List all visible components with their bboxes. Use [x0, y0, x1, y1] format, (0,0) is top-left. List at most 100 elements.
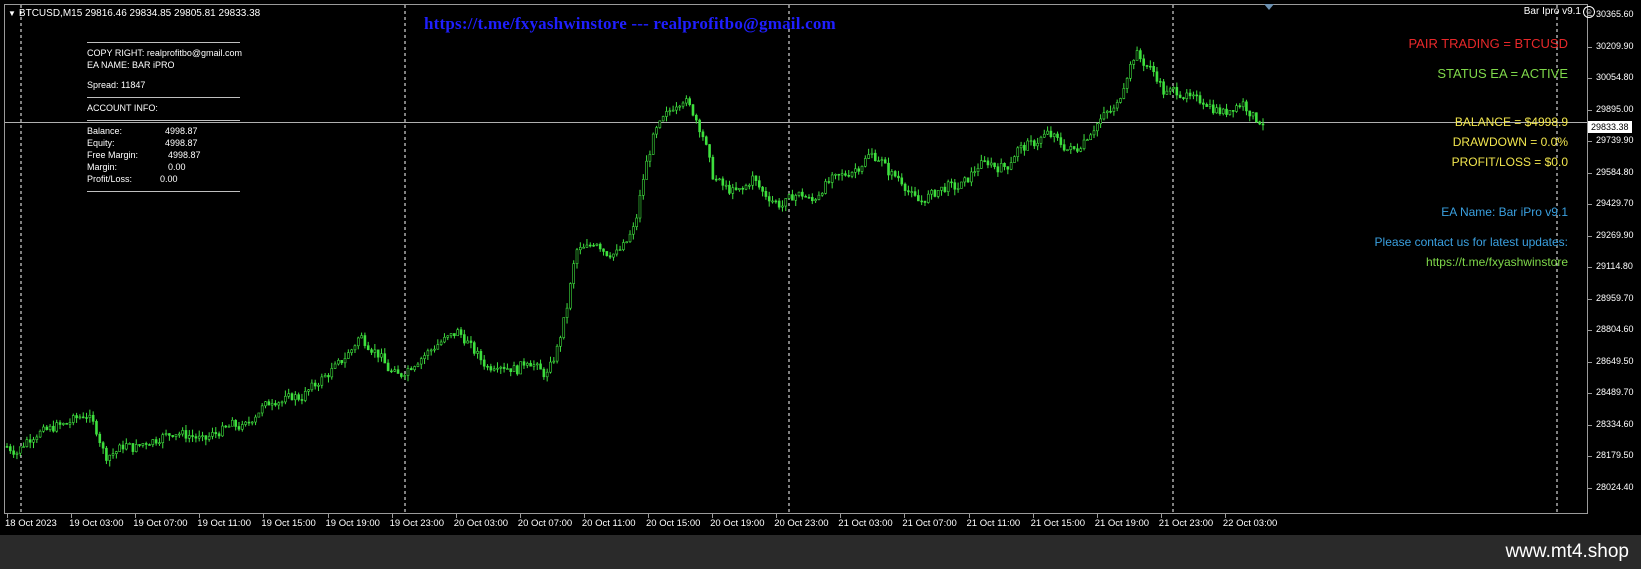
candle — [1006, 166, 1010, 175]
candle — [433, 345, 436, 353]
candle — [625, 241, 629, 244]
price-tick — [1588, 298, 1592, 300]
candle — [1033, 139, 1036, 149]
candle — [645, 155, 648, 180]
candle — [28, 433, 32, 449]
time-tick-label: 22 Oct 03:00 — [1222, 518, 1278, 529]
candle — [598, 242, 602, 252]
candle — [115, 450, 118, 459]
candle — [224, 425, 228, 429]
candle — [320, 373, 324, 389]
candle — [168, 433, 171, 441]
candle — [25, 436, 29, 448]
candle — [827, 177, 831, 185]
candle — [917, 189, 920, 202]
account-label: Free Margin: — [87, 150, 139, 160]
price-tick-label: 28489.70 — [1596, 387, 1634, 398]
candle — [396, 365, 400, 374]
candle — [310, 379, 314, 392]
candle — [476, 347, 479, 359]
candle — [18, 446, 22, 457]
candle — [489, 363, 493, 373]
candle — [1245, 99, 1248, 116]
time-tick-label: 21 Oct 07:00 — [902, 518, 957, 529]
candle — [1231, 110, 1235, 118]
price-tick-label: 29429.70 — [1596, 198, 1634, 209]
candle — [138, 444, 141, 448]
candle — [1122, 83, 1126, 100]
candle — [545, 368, 549, 382]
time-tick-label: 19 Oct 19:00 — [325, 518, 380, 529]
candle — [250, 421, 254, 426]
candle — [549, 356, 552, 374]
candle — [519, 361, 522, 375]
candle — [989, 157, 993, 168]
candle — [1059, 132, 1063, 148]
candle — [15, 451, 19, 460]
time-tick-label: 21 Oct 23:00 — [1158, 518, 1214, 529]
candle — [1238, 103, 1242, 109]
account-row-balance: Balance: 4998.87 — [87, 125, 262, 137]
candle — [1139, 48, 1142, 63]
candle — [144, 441, 148, 450]
candle — [1029, 135, 1033, 146]
chart-window[interactable]: ▼ BTCUSD,M15 29816.46 29834.85 29805.81 2… — [0, 0, 1641, 535]
candle — [638, 189, 642, 223]
dropdown-triangle-icon[interactable]: ▼ — [8, 9, 16, 18]
candle — [539, 359, 542, 370]
account-value: 4998.87 — [165, 138, 198, 148]
candle — [936, 190, 940, 199]
chart-shift-marker-icon[interactable] — [1264, 4, 1274, 10]
candle — [704, 135, 708, 146]
candle — [996, 163, 1000, 177]
candle — [1185, 89, 1189, 103]
candle — [532, 360, 536, 371]
candle — [721, 176, 725, 191]
price-tick-label: 28649.50 — [1596, 355, 1634, 366]
candle — [1192, 91, 1195, 100]
candle — [999, 158, 1003, 173]
candle — [231, 417, 234, 427]
price-axis[interactable]: 30365.60 30209.90 30054.80 29895.00 29739.90… — [1588, 0, 1641, 535]
candle — [171, 435, 174, 438]
profit-loss-text: PROFIT/LOSS = $0.0 — [1451, 155, 1568, 169]
candle — [648, 150, 652, 168]
candle — [1182, 96, 1185, 101]
candle — [675, 102, 678, 115]
candle — [781, 200, 784, 212]
candle — [718, 177, 721, 181]
candle — [1009, 156, 1013, 171]
ea-name-text: EA NAME: BAR iPRO — [87, 60, 175, 70]
candle — [68, 418, 72, 429]
account-table: Balance: 4998.87 Equity: 4998.87 Free Marg… — [87, 125, 262, 185]
candle — [1248, 110, 1252, 122]
candle — [1109, 105, 1112, 114]
candle — [353, 344, 357, 354]
candle — [834, 173, 837, 180]
candle — [260, 403, 264, 417]
candle — [496, 362, 499, 373]
candle — [810, 193, 814, 205]
candle — [741, 186, 745, 195]
candle — [469, 336, 473, 349]
candle — [847, 170, 851, 178]
price-tick — [1588, 456, 1592, 458]
candle — [893, 170, 897, 178]
candle — [1086, 138, 1089, 142]
candle — [731, 183, 735, 200]
candle — [482, 355, 486, 370]
candle — [950, 178, 953, 188]
candle — [350, 348, 353, 356]
candle — [91, 411, 95, 425]
price-tick — [1588, 172, 1592, 174]
candle — [635, 214, 638, 231]
price-tick-label: 30365.60 — [1596, 9, 1634, 19]
candle — [217, 431, 221, 439]
candle — [1175, 82, 1179, 100]
candle — [184, 424, 188, 443]
candle — [1072, 146, 1076, 151]
price-tick-label: 29114.80 — [1596, 261, 1633, 272]
candle — [820, 192, 824, 197]
price-tick-label: 30054.80 — [1596, 72, 1634, 83]
candle — [161, 432, 165, 449]
